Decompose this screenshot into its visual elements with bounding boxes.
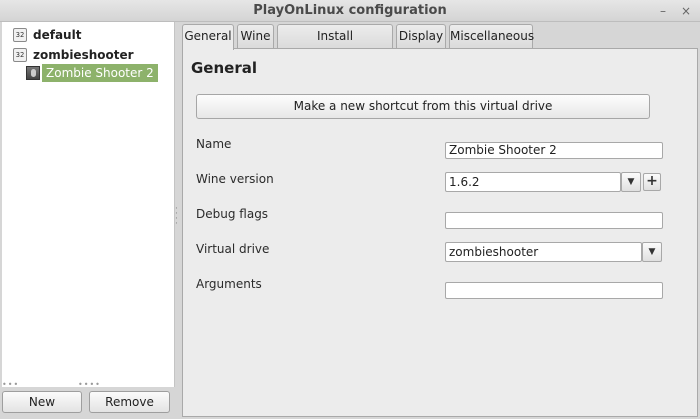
debug-flags-label: Debug flags [196, 207, 269, 221]
tree-item-zombie-shooter-2[interactable]: Zombie Shooter 2 [26, 64, 158, 82]
wine-version-label: Wine version [196, 172, 274, 186]
minimize-icon[interactable]: – [655, 3, 671, 19]
tree-item-label: Zombie Shooter 2 [42, 64, 158, 82]
virtual-drive-select[interactable]: zombieshooter [445, 242, 642, 262]
tree-buttons: New Remove [0, 388, 178, 419]
add-wine-version-button[interactable]: + [643, 173, 661, 191]
tab-miscellaneous[interactable]: Miscellaneous [449, 24, 534, 49]
close-icon[interactable]: × [678, 3, 694, 19]
prefix-32bit-icon: 32 [13, 28, 27, 42]
section-title: General [191, 59, 257, 77]
arguments-label: Arguments [196, 277, 262, 291]
chevron-down-icon[interactable]: ▼ [621, 172, 641, 192]
pane-splitter[interactable]: · · · · [175, 205, 179, 229]
tab-general[interactable]: General [182, 24, 234, 50]
tree-item-zombieshooter[interactable]: 32 zombieshooter [13, 46, 134, 64]
name-field[interactable]: Zombie Shooter 2 [445, 142, 663, 159]
new-button[interactable]: New [2, 391, 82, 413]
tree-item-label: default [33, 28, 82, 42]
name-label: Name [196, 137, 232, 151]
game-icon [26, 66, 40, 80]
debug-flags-field[interactable] [445, 212, 663, 229]
chevron-down-icon[interactable]: ▼ [642, 242, 662, 262]
prefix-32bit-icon: 32 [13, 48, 27, 62]
arguments-field[interactable] [445, 282, 663, 299]
general-panel: General Make a new shortcut from this vi… [182, 48, 698, 417]
title-bar: PlayOnLinux configuration – × [0, 0, 700, 22]
make-shortcut-button[interactable]: Make a new shortcut from this virtual dr… [196, 94, 650, 119]
tab-wine[interactable]: Wine [237, 24, 274, 49]
tab-display[interactable]: Display [396, 24, 446, 49]
configuration-window: PlayOnLinux configuration – × 32 default… [0, 0, 700, 419]
prefix-tree[interactable]: 32 default 32 zombieshooter Zombie Shoot… [2, 22, 175, 389]
window-title: PlayOnLinux configuration [253, 3, 447, 18]
tree-item-default[interactable]: 32 default [13, 26, 81, 44]
virtual-drive-label: Virtual drive [196, 242, 270, 256]
remove-button[interactable]: Remove [89, 391, 170, 413]
tree-item-label: zombieshooter [33, 48, 134, 62]
tab-install-components[interactable]: Install components [277, 24, 393, 66]
wine-version-select[interactable]: 1.6.2 [445, 172, 621, 192]
